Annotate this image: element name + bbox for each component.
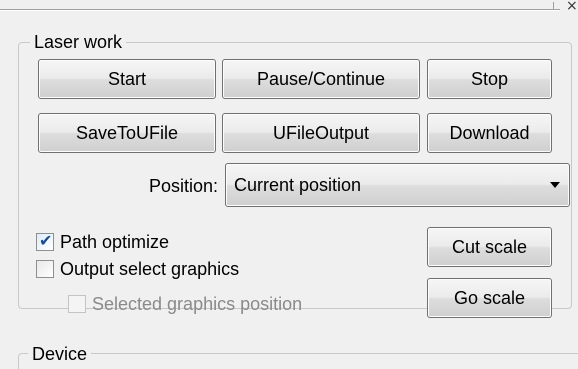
checkbox-box[interactable]: [36, 260, 54, 278]
checkmark-icon: ✔: [39, 231, 53, 250]
stop-button[interactable]: Stop: [427, 59, 552, 99]
go-scale-button[interactable]: Go scale: [427, 278, 552, 318]
device-group: [18, 353, 578, 369]
ufile-output-button[interactable]: UFileOutput: [222, 113, 420, 153]
save-to-ufile-button[interactable]: SaveToUFile: [38, 113, 216, 153]
output-select-graphics-label: Output select graphics: [60, 259, 240, 279]
laser-work-title: Laser work: [30, 32, 127, 52]
laser-control-panel: × Laser work Start Pause/Continue Stop S…: [0, 0, 578, 369]
output-select-graphics-checkbox[interactable]: Output select graphics: [36, 258, 296, 280]
selected-graphics-position-label: Selected graphics position: [92, 294, 303, 314]
checkbox-box: [68, 295, 86, 313]
position-select-value: Current position: [234, 175, 362, 195]
checkbox-box[interactable]: ✔: [36, 231, 54, 251]
path-optimize-label: Path optimize: [60, 232, 170, 252]
device-title: Device: [28, 344, 92, 364]
path-optimize-checkbox[interactable]: ✔ Path optimize: [36, 231, 236, 253]
pause-continue-button[interactable]: Pause/Continue: [222, 59, 420, 99]
top-panel-tick: [553, 2, 554, 10]
start-button[interactable]: Start: [38, 59, 216, 99]
chevron-down-icon[interactable]: [550, 182, 560, 188]
selected-graphics-position-checkbox: Selected graphics position: [68, 293, 358, 315]
position-label: Position:: [148, 176, 218, 196]
top-panel-edge: [0, 0, 560, 10]
close-icon[interactable]: ×: [566, 0, 578, 14]
position-select[interactable]: Current position: [225, 163, 570, 207]
download-button[interactable]: Download: [427, 113, 552, 153]
cut-scale-button[interactable]: Cut scale: [427, 227, 552, 267]
